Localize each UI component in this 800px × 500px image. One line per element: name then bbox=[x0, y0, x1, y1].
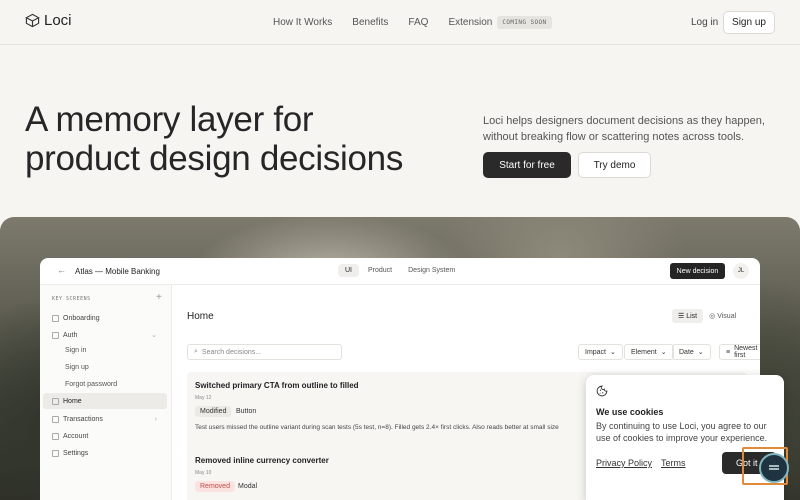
visual-view-button[interactable]: ◎ Visual bbox=[703, 309, 742, 323]
top-nav: Loci How It Works Benefits FAQ Extension… bbox=[0, 0, 800, 45]
coming-soon-badge: COMING SOON bbox=[497, 16, 552, 29]
chevron-down-icon: ⌄ bbox=[660, 349, 667, 356]
cube-logo-icon bbox=[25, 13, 40, 28]
cookie-title: We use cookies bbox=[596, 407, 664, 417]
sidebar-subitem-sign-up[interactable]: Sign up bbox=[65, 364, 89, 371]
arrow-left-icon[interactable]: ← bbox=[57, 265, 66, 275]
avatar[interactable]: JL bbox=[733, 263, 749, 279]
try-demo-button[interactable]: Try demo bbox=[578, 152, 651, 178]
chat-widget-button[interactable] bbox=[759, 453, 789, 483]
status-badge: Modified bbox=[195, 406, 232, 417]
menu-icon bbox=[769, 465, 779, 470]
privacy-policy-link[interactable]: Privacy Policy bbox=[596, 458, 652, 468]
sidebar-heading: KEY SCREENS bbox=[52, 296, 91, 302]
sidebar-item-account[interactable]: Account bbox=[43, 428, 167, 444]
new-decision-button[interactable]: New decision bbox=[670, 263, 725, 279]
visual-view-label: Visual bbox=[717, 313, 737, 320]
decision-date: May 12 bbox=[195, 395, 212, 401]
hero-title: A memory layer for product design decisi… bbox=[25, 100, 403, 178]
list-view-button[interactable]: ☰ List bbox=[672, 309, 704, 323]
brand-name: Loci bbox=[44, 12, 72, 29]
element-filter[interactable]: Element ⌄ bbox=[624, 344, 674, 360]
search-placeholder: Search decisions... bbox=[201, 348, 262, 356]
signup-button[interactable]: Sign up bbox=[723, 11, 775, 34]
sidebar-subitem-sign-in[interactable]: Sign in bbox=[65, 347, 86, 354]
sidebar-item-label: Auth bbox=[63, 331, 78, 339]
screen-icon bbox=[52, 397, 59, 405]
tab-product[interactable]: Product bbox=[361, 264, 399, 277]
hero-title-line2: product design decisions bbox=[25, 139, 404, 178]
screen-icon bbox=[52, 331, 59, 339]
app-topbar: ← Atlas — Mobile Banking UI Product Desi… bbox=[40, 258, 760, 285]
screen-icon bbox=[52, 449, 59, 457]
filter-label: Impact bbox=[585, 348, 607, 356]
element-badge: Modal bbox=[238, 483, 258, 490]
screen-icon bbox=[52, 415, 59, 423]
app-tabs: UI Product Design System bbox=[338, 264, 464, 277]
decision-body: Test users missed the outline variant du… bbox=[195, 424, 559, 431]
sort-dropdown[interactable]: ≡Newest first⌄ bbox=[719, 344, 760, 360]
cookie-text: By continuing to use Loci, you agree to … bbox=[596, 421, 768, 443]
chevron-down-icon: ⌄ bbox=[151, 332, 157, 339]
terms-link[interactable]: Terms bbox=[661, 458, 686, 468]
decision-title: Switched primary CTA from outline to fil… bbox=[195, 381, 359, 390]
status-badge: Removed bbox=[195, 481, 235, 492]
nav-links: How It Works Benefits FAQ Extension COMI… bbox=[273, 16, 552, 29]
sort-icon: ≡ bbox=[726, 348, 731, 356]
sidebar-item-label: Home bbox=[63, 397, 82, 405]
hero-description: Loci helps designers document decisions … bbox=[483, 115, 765, 143]
hero-title-line1: A memory layer for bbox=[25, 100, 314, 139]
project-title: Atlas — Mobile Banking bbox=[75, 267, 160, 276]
login-link[interactable]: Log in bbox=[691, 17, 718, 28]
tab-ui[interactable]: UI bbox=[338, 264, 359, 277]
sidebar-item-onboarding[interactable]: Onboarding bbox=[43, 310, 167, 326]
brand-logo[interactable]: Loci bbox=[25, 12, 72, 29]
screen-icon bbox=[52, 314, 59, 322]
sidebar: KEY SCREENS + Onboarding Auth ⌄ Sign in … bbox=[40, 285, 172, 500]
view-toggle: ☰ List ◎ Visual bbox=[672, 309, 742, 323]
filter-label: Element bbox=[631, 348, 657, 356]
element-badge: Button bbox=[236, 408, 257, 415]
sort-label: Newest first bbox=[734, 345, 758, 359]
screen-icon bbox=[52, 432, 59, 440]
nav-link-how-it-works[interactable]: How It Works bbox=[273, 17, 332, 28]
sidebar-item-label: Transactions bbox=[63, 415, 103, 423]
chevron-down-icon: ⌄ bbox=[697, 349, 704, 356]
sidebar-item-label: Account bbox=[63, 432, 89, 440]
page-title: Home bbox=[187, 311, 214, 322]
tab-design-system[interactable]: Design System bbox=[401, 264, 462, 277]
decision-date: May 10 bbox=[195, 470, 212, 476]
chevron-down-icon: ⌄ bbox=[610, 349, 616, 356]
decision-title: Removed inline currency converter bbox=[195, 456, 329, 465]
list-view-label: List bbox=[686, 313, 698, 320]
date-filter[interactable]: Date ⌄ bbox=[672, 344, 711, 360]
sidebar-subitem-forgot-password[interactable]: Forgot password bbox=[65, 381, 117, 388]
nav-link-extension[interactable]: Extension bbox=[448, 17, 492, 28]
start-free-button[interactable]: Start for free bbox=[483, 152, 571, 178]
sidebar-item-settings[interactable]: Settings bbox=[43, 445, 167, 461]
sidebar-item-transactions[interactable]: Transactions › bbox=[43, 411, 167, 427]
filter-label: Date bbox=[679, 348, 694, 356]
chevron-right-icon: › bbox=[154, 415, 157, 423]
plus-icon[interactable]: + bbox=[156, 292, 162, 303]
sidebar-item-auth[interactable]: Auth ⌄ bbox=[43, 327, 167, 343]
sidebar-item-home[interactable]: Home bbox=[43, 393, 167, 409]
search-icon: ⌕ bbox=[194, 348, 198, 355]
impact-filter[interactable]: Impact ⌄ bbox=[578, 344, 623, 360]
search-input[interactable]: ⌕ Search decisions... bbox=[187, 344, 342, 360]
cookie-icon bbox=[596, 385, 608, 397]
sidebar-item-label: Onboarding bbox=[63, 314, 100, 322]
nav-link-faq[interactable]: FAQ bbox=[408, 17, 428, 28]
nav-link-benefits[interactable]: Benefits bbox=[352, 17, 388, 28]
sidebar-item-label: Settings bbox=[63, 449, 89, 457]
